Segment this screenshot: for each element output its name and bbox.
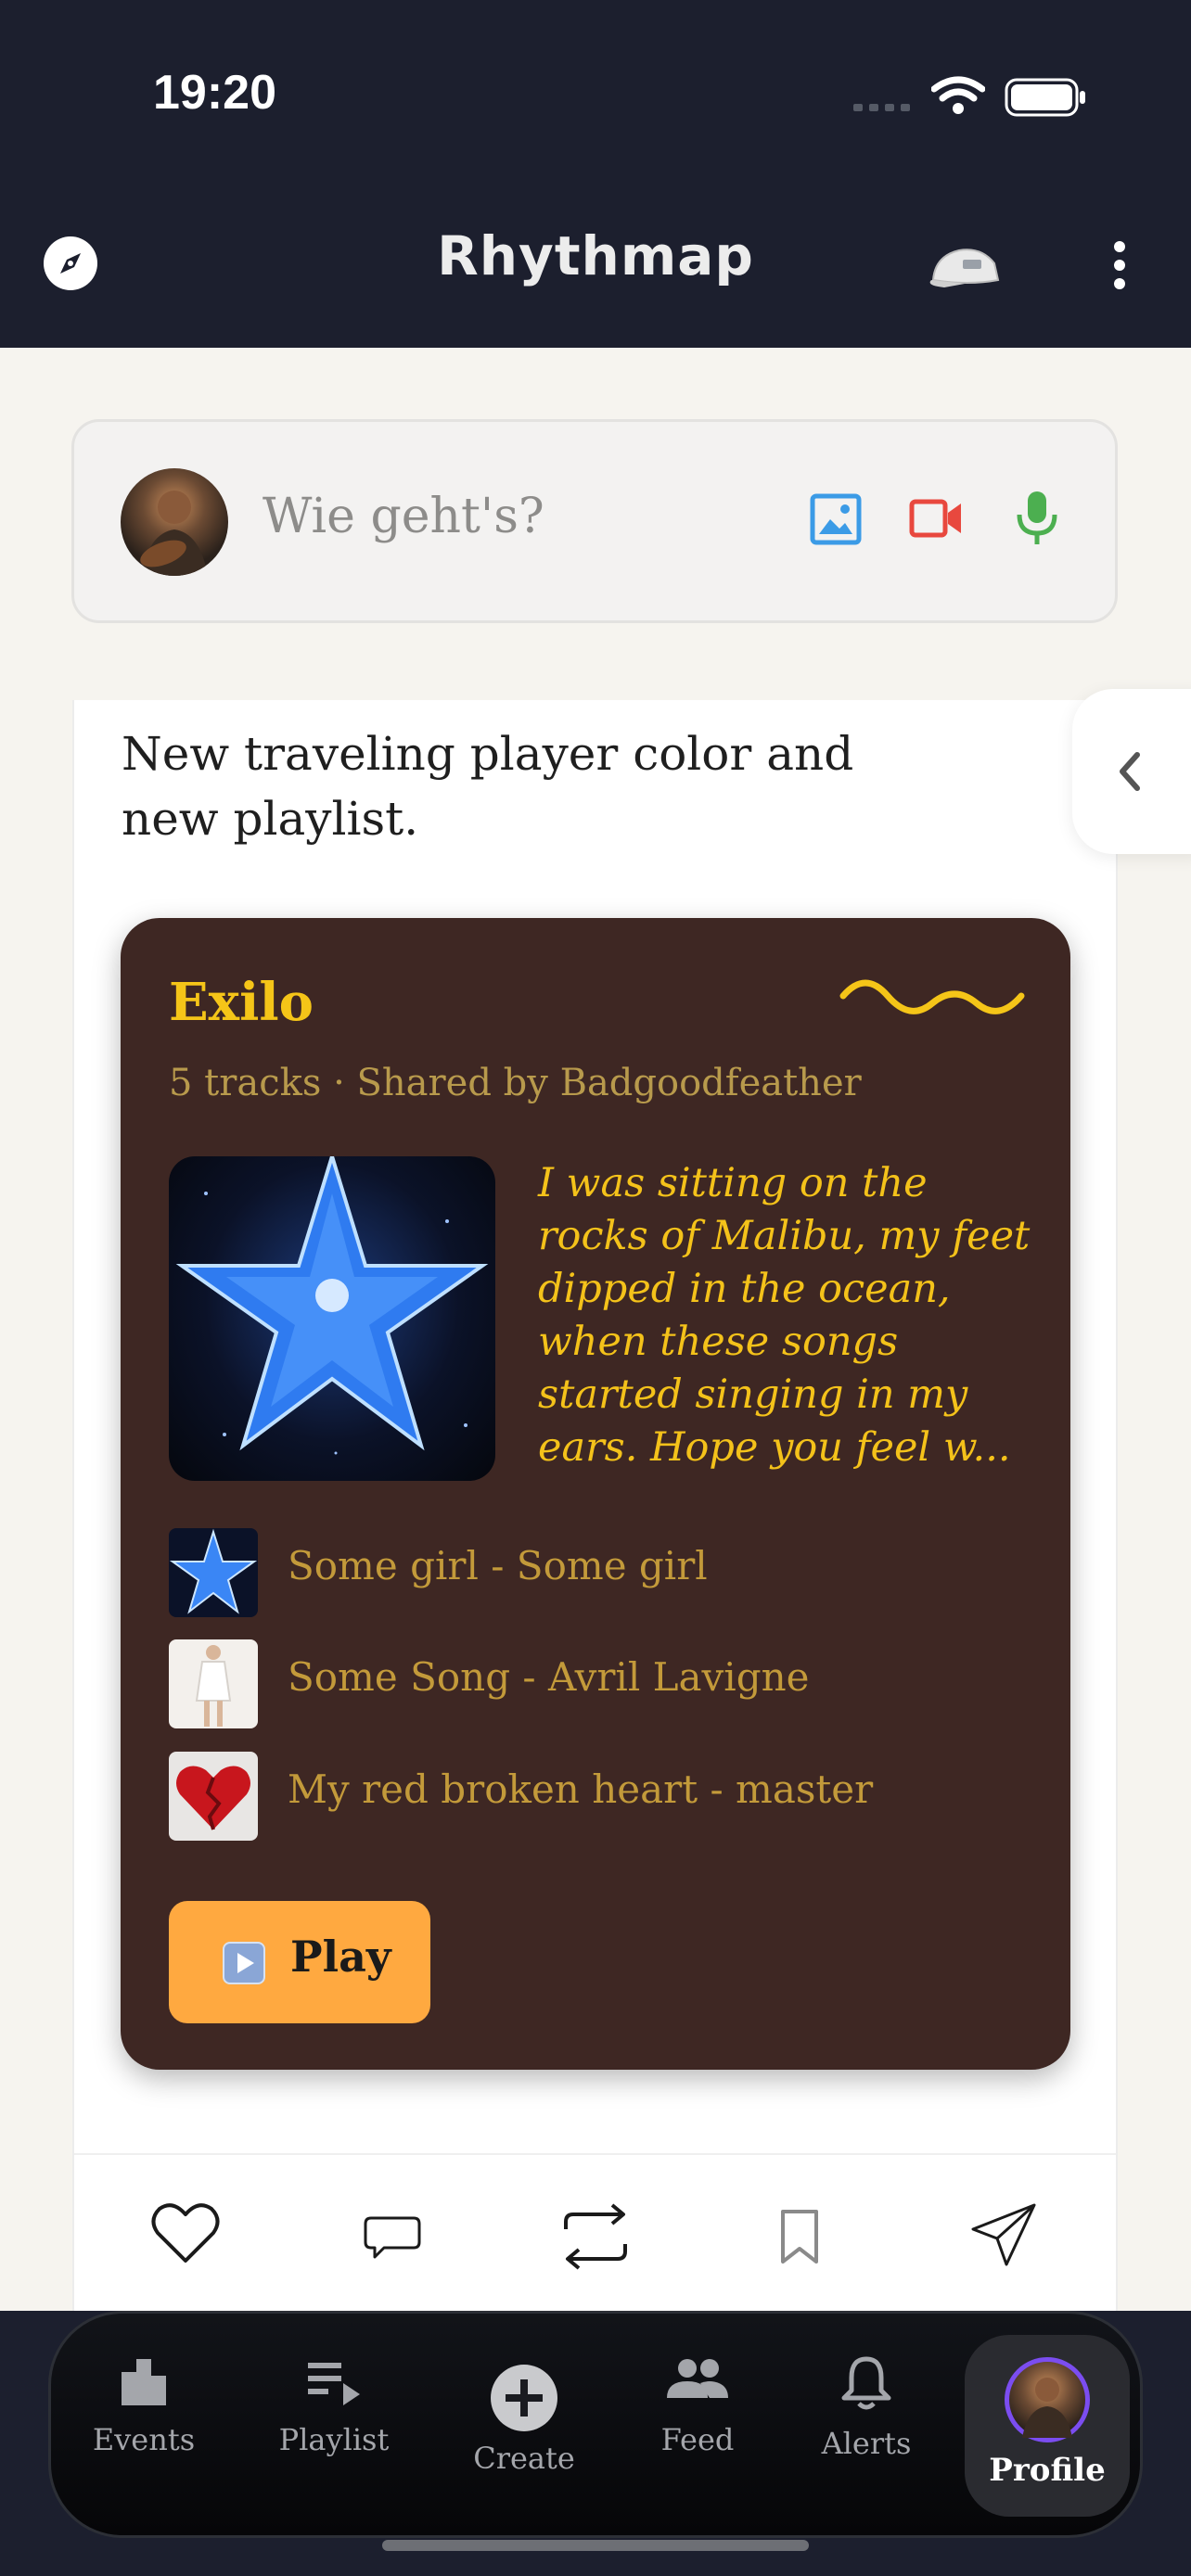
nav-item-alerts[interactable]: Alerts	[792, 2355, 941, 2461]
nav-label: Create	[473, 2441, 575, 2476]
heart-icon[interactable]	[150, 2201, 221, 2266]
post-text: New traveling player color and new playl…	[122, 727, 854, 846]
playlist-title: Exilo	[169, 972, 314, 1033]
comment-icon[interactable]	[362, 2214, 423, 2261]
track-thumbnail	[169, 1639, 258, 1728]
cap-icon[interactable]	[928, 239, 1002, 291]
composer-input[interactable]: Wie geht's?	[263, 489, 544, 544]
nav-label: Alerts	[821, 2426, 912, 2461]
play-icon[interactable]	[223, 1942, 265, 1984]
track-row[interactable]: My red broken heart - master	[169, 1752, 1004, 1841]
people-icon	[667, 2359, 728, 2398]
repost-icon[interactable]	[557, 2201, 634, 2272]
home-indicator	[382, 2540, 809, 2551]
send-icon[interactable]	[969, 2201, 1038, 2268]
nav-item-events[interactable]: Events	[70, 2355, 218, 2457]
app-title: Rhythmap	[437, 224, 754, 287]
nav-label: Events	[92, 2422, 196, 2457]
track-row[interactable]: Some girl - Some girl	[169, 1528, 1004, 1617]
track-thumbnail	[169, 1752, 258, 1841]
wifi-icon	[931, 76, 985, 114]
track-thumbnail	[169, 1528, 258, 1617]
nav-item-create[interactable]: Create	[450, 2363, 598, 2476]
playlist-icon	[308, 2363, 360, 2405]
play-button-label[interactable]: Play	[290, 1932, 391, 1982]
nav-label: Playlist	[278, 2422, 390, 2457]
image-upload-icon[interactable]	[810, 493, 862, 545]
nav-item-playlist[interactable]: Playlist	[260, 2355, 408, 2457]
battery-icon	[1005, 78, 1085, 117]
playlist-cover-image[interactable]	[169, 1156, 495, 1481]
bookmark-icon[interactable]	[777, 2208, 822, 2265]
bell-icon	[841, 2356, 891, 2410]
nav-label-active[interactable]: Profile	[965, 2452, 1130, 2489]
track-label: Some girl - Some girl	[288, 1543, 708, 1588]
playlist-meta: 5 tracks · Shared by Badgoodfeather	[169, 1062, 862, 1104]
track-label: Some Song - Avril Lavigne	[288, 1654, 810, 1700]
track-label: My red broken heart - master	[288, 1766, 874, 1812]
nav-item-feed[interactable]: Feed	[623, 2355, 772, 2457]
status-time: 19:20	[153, 66, 276, 120]
microphone-icon[interactable]	[1014, 489, 1060, 546]
cellular-signal-icon	[853, 104, 910, 111]
track-row[interactable]: Some Song - Avril Lavigne	[169, 1639, 1004, 1728]
building-icon	[122, 2359, 166, 2405]
top-app-bar	[0, 0, 1191, 348]
nav-label: Feed	[660, 2422, 735, 2457]
video-camera-icon[interactable]	[909, 498, 963, 539]
more-options-icon[interactable]	[1108, 239, 1131, 291]
sound-wave-icon	[839, 979, 1025, 1014]
plus-circle-icon	[491, 2365, 557, 2431]
profile-avatar[interactable]	[1005, 2357, 1090, 2442]
divider	[74, 2153, 1116, 2155]
playlist-description: I was sitting on the rocks of Malibu, my…	[538, 1160, 1031, 1471]
chevron-left-icon[interactable]	[1111, 747, 1148, 796]
avatar	[121, 468, 228, 576]
